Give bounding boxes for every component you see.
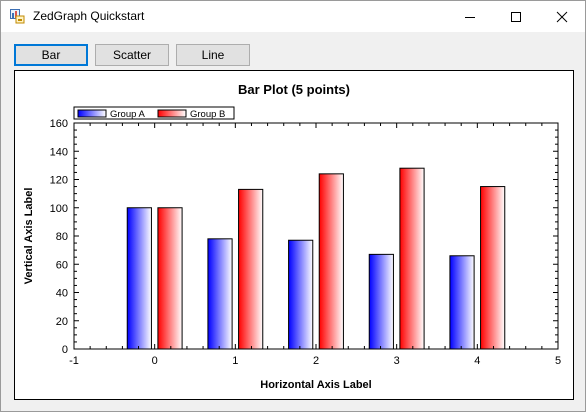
close-icon — [556, 11, 568, 22]
minimize-button[interactable] — [447, 1, 493, 32]
bar-button[interactable]: Bar — [14, 44, 88, 66]
y-tick-label: 60 — [56, 259, 68, 271]
close-button[interactable] — [539, 1, 585, 32]
bar-group-b — [318, 173, 344, 350]
y-tick-label: 100 — [50, 203, 68, 215]
app-icon — [10, 9, 25, 24]
bar-group-a — [288, 239, 314, 350]
x-tick-label: 5 — [555, 355, 561, 367]
y-tick-label: 160 — [50, 118, 68, 130]
title-bar[interactable]: ZedGraph Quickstart — [1, 1, 585, 32]
bar-group-a — [126, 207, 152, 350]
chart-panel[interactable]: Bar Plot (5 points) Group A Group B -1 0 1… — [14, 70, 574, 400]
legend: Group A Group B — [73, 106, 235, 120]
minimize-icon — [465, 16, 475, 18]
bar-group-b — [399, 167, 425, 350]
legend-swatch-group-a — [77, 109, 107, 118]
bars-group — [126, 167, 506, 350]
legend-label-group-a: Group A — [110, 109, 146, 120]
x-tick-label: 2 — [313, 355, 319, 367]
app-window: ZedGraph Quickstart Bar Scatter Line Bar… — [0, 0, 586, 412]
chart-title: Bar Plot (5 points) — [238, 82, 350, 97]
y-axis-title: Vertical Axis Label — [23, 188, 35, 285]
bar-chart: Bar Plot (5 points) Group A Group B -1 0 1… — [23, 82, 561, 391]
x-tick-label: 4 — [474, 355, 480, 367]
legend-label-group-b: Group B — [190, 109, 225, 120]
y-tick-label: 20 — [56, 316, 68, 328]
bar-group-b — [157, 207, 183, 350]
legend-swatch-group-b — [157, 109, 187, 118]
bar-group-b — [238, 188, 264, 350]
y-tick-label: 80 — [56, 231, 68, 243]
bar-group-b — [480, 186, 506, 350]
y-tick-label: 140 — [50, 146, 68, 158]
x-tick-label: 0 — [152, 355, 158, 367]
window-title: ZedGraph Quickstart — [33, 9, 145, 23]
bar-group-a — [207, 238, 233, 350]
x-tick-label: -1 — [69, 355, 79, 367]
y-tick-label: 0 — [62, 344, 68, 356]
x-tick-label: 3 — [394, 355, 400, 367]
bar-group-a — [449, 255, 475, 350]
x-axis-title: Horizontal Axis Label — [260, 379, 371, 391]
maximize-button[interactable] — [493, 1, 539, 32]
line-button[interactable]: Line — [176, 44, 250, 66]
x-tick-label: 1 — [232, 355, 238, 367]
bar-group-a — [368, 253, 394, 350]
scatter-button[interactable]: Scatter — [95, 44, 169, 66]
y-tick-label: 120 — [50, 175, 68, 187]
maximize-icon — [511, 11, 521, 22]
y-tick-label: 40 — [56, 288, 68, 300]
